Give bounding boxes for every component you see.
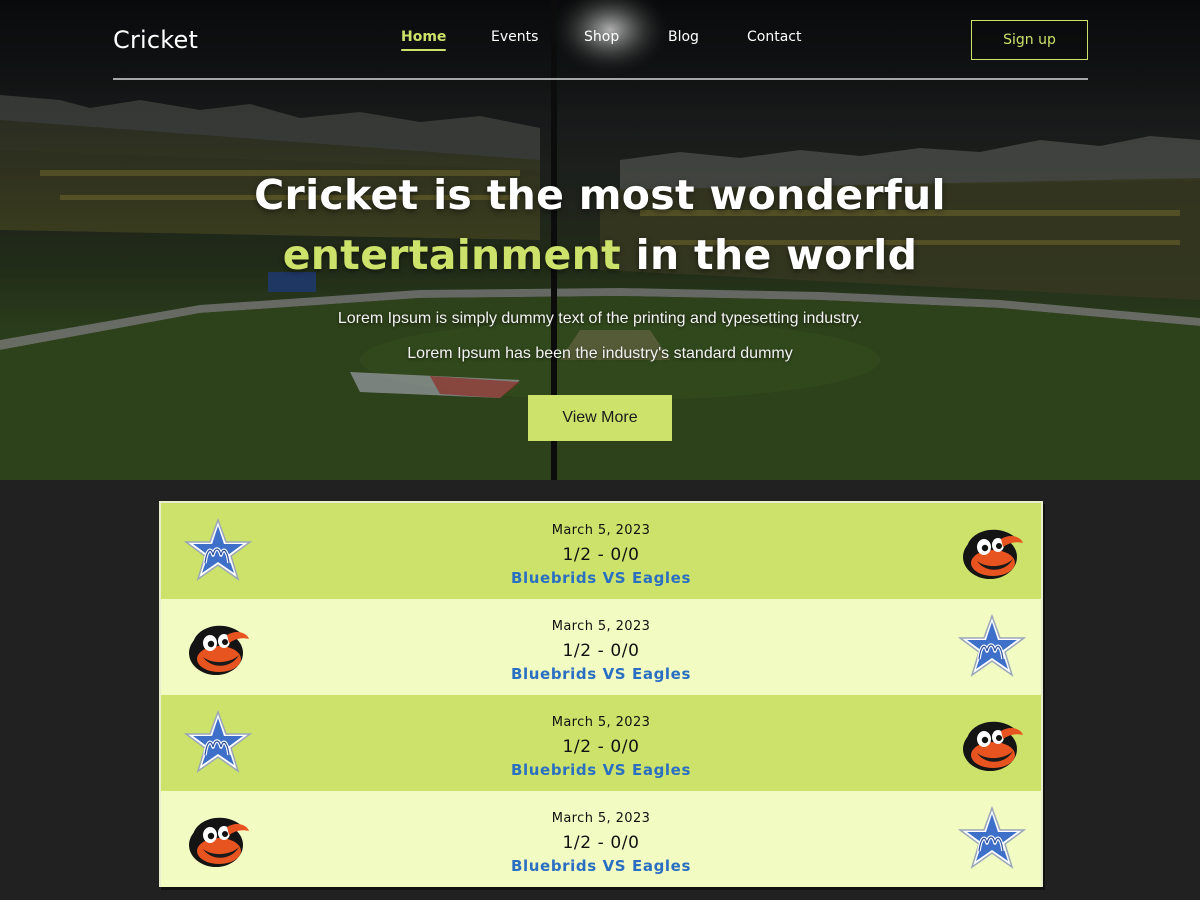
view-more-button[interactable]: View More — [528, 395, 672, 441]
match-teams[interactable]: Bluebrids VS Eagles — [161, 569, 1041, 587]
hero-subtext-line1: Lorem Ipsum is simply dummy text of the … — [337, 310, 863, 327]
hero-headline-line2: entertainment in the world — [0, 231, 1200, 279]
hero-headline-line1: Cricket is the most wonderful — [254, 171, 946, 219]
match-list: March 5, 2023 1/2 - 0/0 Bluebrids VS Eag… — [159, 501, 1043, 887]
hero-headline-accent: entertainment — [282, 231, 622, 279]
star-team-logo — [957, 805, 1027, 875]
nav-link-events[interactable]: Events — [491, 29, 538, 45]
hero-section: Cricket Home Events Shop Blog Contact Si… — [0, 0, 1200, 480]
match-teams[interactable]: Bluebrids VS Eagles — [161, 761, 1041, 779]
match-date: March 5, 2023 — [551, 523, 651, 538]
match-date: March 5, 2023 — [551, 715, 651, 730]
match-card[interactable]: March 5, 2023 1/2 - 0/0 Bluebrids VS Eag… — [161, 695, 1041, 791]
match-score: 1/2 - 0/0 — [562, 641, 640, 661]
match-teams[interactable]: Bluebrids VS Eagles — [161, 857, 1041, 875]
match-score: 1/2 - 0/0 — [562, 833, 640, 853]
match-card[interactable]: March 5, 2023 1/2 - 0/0 Bluebrids VS Eag… — [161, 503, 1041, 599]
star-team-logo — [957, 613, 1027, 683]
match-date: March 5, 2023 — [551, 811, 651, 826]
hero-headline-rest: in the world — [621, 231, 918, 279]
signup-button[interactable]: Sign up — [971, 20, 1088, 60]
match-card[interactable]: March 5, 2023 1/2 - 0/0 Bluebrids VS Eag… — [161, 791, 1041, 887]
nav-link-blog[interactable]: Blog — [668, 29, 699, 45]
match-date: March 5, 2023 — [551, 619, 651, 634]
match-score: 1/2 - 0/0 — [562, 737, 640, 757]
bird-team-logo — [957, 517, 1027, 587]
match-card[interactable]: March 5, 2023 1/2 - 0/0 Bluebrids VS Eag… — [161, 599, 1041, 695]
bird-team-logo — [957, 709, 1027, 779]
hero-subtext-line2: Lorem Ipsum has been the industry's stan… — [407, 345, 793, 362]
match-teams[interactable]: Bluebrids VS Eagles — [161, 665, 1041, 683]
nav-divider — [113, 78, 1088, 80]
nav-link-shop[interactable]: Shop — [584, 29, 619, 45]
nav-link-home[interactable]: Home — [401, 29, 447, 51]
match-score: 1/2 - 0/0 — [562, 545, 640, 565]
nav-link-contact[interactable]: Contact — [747, 29, 801, 45]
